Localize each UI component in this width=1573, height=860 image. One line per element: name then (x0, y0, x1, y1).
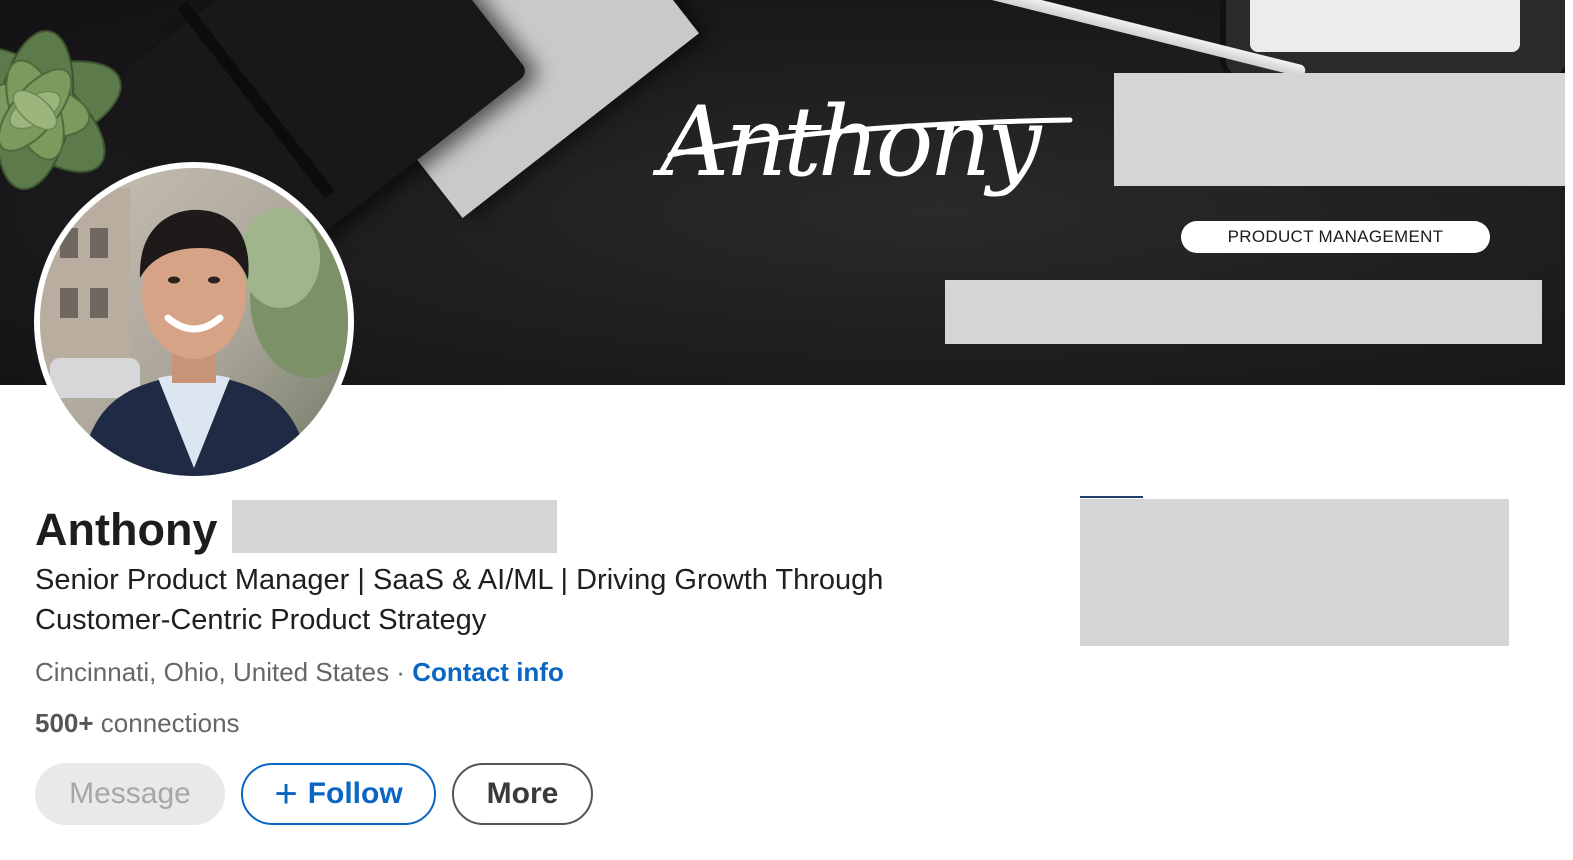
banner-script-name: Anthony (652, 86, 1073, 198)
svg-text:Anthony: Anthony (652, 86, 1043, 198)
location-row: Cincinnati, Ohio, United States · Contac… (35, 653, 564, 691)
profile-photo (40, 168, 348, 476)
profile-page: Anthony PRODUCT MANAGEMENT Anthony Senio… (0, 0, 1573, 860)
location-separator: · (389, 657, 413, 687)
plus-icon: + (274, 772, 298, 816)
message-button[interactable]: Message (35, 763, 225, 825)
follow-button-label: Follow (307, 777, 403, 810)
message-button-label: Message (69, 777, 191, 810)
banner-redacted-strip (945, 280, 1542, 344)
right-panel-redacted (1080, 499, 1509, 646)
profile-headline: Senior Product Manager | SaaS & AI/ML | … (35, 564, 884, 636)
profile-location: Cincinnati, Ohio, United States (35, 657, 390, 687)
connections-row[interactable]: 500+ connections (35, 704, 240, 742)
last-name-redacted (232, 500, 557, 553)
banner-tablet-screen (1250, 0, 1520, 52)
connections-count: 500+ (35, 708, 94, 738)
banner-redacted-block (1114, 73, 1565, 186)
right-panel-accent (1080, 496, 1143, 498)
contact-info-link[interactable]: Contact info (412, 657, 564, 687)
banner-pill-label: PRODUCT MANAGEMENT (1181, 221, 1490, 253)
more-button[interactable]: More (452, 763, 593, 825)
connections-label: connections (93, 708, 240, 738)
profile-name: Anthony (35, 500, 217, 560)
more-button-label: More (486, 777, 559, 810)
follow-button[interactable]: + Follow (241, 763, 436, 825)
profile-first-name: Anthony (35, 504, 218, 555)
profile-avatar[interactable] (34, 162, 354, 482)
